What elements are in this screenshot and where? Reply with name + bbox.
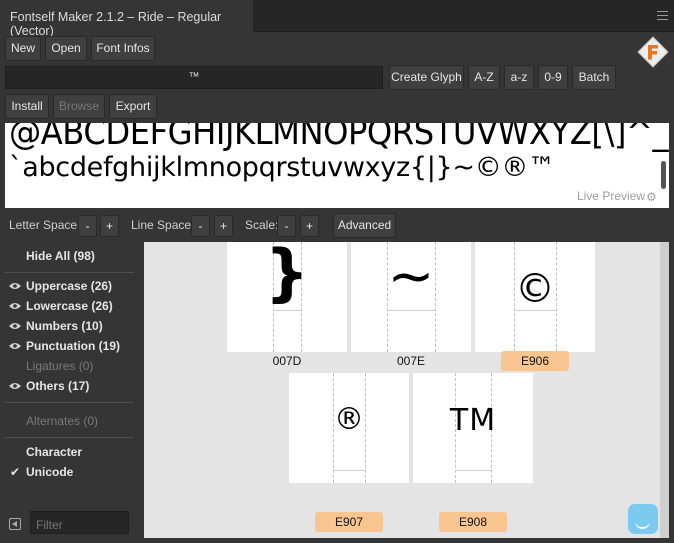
hide-all-toggle[interactable]: Hide All (98) xyxy=(26,249,95,263)
check-icon: ✔ xyxy=(10,465,21,479)
category-uppercase[interactable]: Uppercase (26) xyxy=(26,279,112,293)
scale-plus-button[interactable]: + xyxy=(300,215,319,237)
eye-icon[interactable] xyxy=(9,282,21,290)
panel-tab-bar: Fontself Maker 2.1.2 – Ride – Regular (V… xyxy=(0,0,674,38)
digits-range-button[interactable]: 0-9 xyxy=(538,65,568,90)
glyph-preview: © xyxy=(515,266,555,312)
export-button[interactable]: Export xyxy=(109,94,157,119)
lowercase-range-button[interactable]: a-z xyxy=(504,65,534,90)
glyph-input[interactable]: ™ xyxy=(5,66,383,89)
glyph-cell[interactable]: © xyxy=(475,242,595,352)
alternates-toggle[interactable]: Alternates (0) xyxy=(26,414,98,428)
sidebar-divider xyxy=(5,437,134,438)
glyph-cell[interactable]: } xyxy=(227,242,347,352)
glyph-code-label: 007D xyxy=(272,354,302,368)
letter-space-plus-button[interactable]: + xyxy=(100,215,119,237)
advanced-button[interactable]: Advanced xyxy=(333,213,396,238)
sidebar-divider xyxy=(5,272,134,273)
install-button[interactable]: Install xyxy=(5,94,49,119)
browse-button[interactable]: Browse xyxy=(53,94,105,119)
batch-button[interactable]: Batch xyxy=(572,65,616,90)
sort-option-unicode[interactable]: Unicode xyxy=(26,465,73,479)
font-infos-button[interactable]: Font Infos xyxy=(91,36,155,61)
new-button[interactable]: New xyxy=(5,36,41,61)
eye-icon[interactable] xyxy=(9,302,21,310)
eye-icon[interactable] xyxy=(9,342,21,350)
glyph-cell[interactable]: ® xyxy=(289,373,409,483)
sort-header: Character xyxy=(26,445,83,459)
gear-icon[interactable]: ⚙ xyxy=(646,191,658,203)
letter-space-minus-button[interactable]: - xyxy=(78,215,97,237)
glyph-code-label: E907 xyxy=(315,512,383,532)
chat-icon[interactable] xyxy=(628,504,658,534)
uppercase-range-button[interactable]: A-Z xyxy=(468,65,500,90)
live-preview-label: Live Preview xyxy=(576,189,645,203)
live-preview-area[interactable]: @ABCDEFGHIJKLMNOPQRSTUVWXYZ[\]^_ `abcdef… xyxy=(5,123,669,208)
open-button[interactable]: Open xyxy=(45,36,87,61)
preview-scrollbar[interactable] xyxy=(661,161,666,189)
sidebar-divider xyxy=(5,402,134,403)
glyph-cell[interactable]: TM xyxy=(413,373,533,483)
glyph-code-label: 007E xyxy=(396,354,426,368)
glyph-preview: } xyxy=(264,242,310,309)
line-space-plus-button[interactable]: + xyxy=(214,215,233,237)
eye-icon[interactable] xyxy=(9,322,21,330)
panel-menu-icon[interactable] xyxy=(657,11,668,20)
scale-minus-button[interactable]: - xyxy=(277,215,296,237)
collapse-sidebar-icon[interactable] xyxy=(9,518,21,530)
create-glyph-button[interactable]: Create Glyph xyxy=(389,65,464,90)
glyph-preview: TM xyxy=(449,403,497,438)
category-ligatures[interactable]: Ligatures (0) xyxy=(26,359,93,373)
category-others[interactable]: Others (17) xyxy=(26,379,89,393)
glyph-preview: ® xyxy=(334,402,364,437)
fontself-logo-icon xyxy=(637,36,669,68)
preview-line-2: `abcdefghijklmnopqrstuvwxyz{|}~©®™ xyxy=(9,152,555,183)
eye-icon[interactable] xyxy=(9,382,21,390)
scale-label: Scale: xyxy=(245,218,279,232)
letter-space-label: Letter Space: xyxy=(9,218,81,232)
category-lowercase[interactable]: Lowercase (26) xyxy=(26,299,113,313)
glyph-cell[interactable]: ~ xyxy=(351,242,471,352)
glyph-code-label: E906 xyxy=(501,351,569,371)
panel-tab[interactable]: Fontself Maker 2.1.2 – Ride – Regular (V… xyxy=(0,0,253,38)
line-space-minus-button[interactable]: - xyxy=(191,215,210,237)
preview-line-1: @ABCDEFGHIJKLMNOPQRSTUVWXYZ[\]^_ xyxy=(9,123,669,153)
category-numbers[interactable]: Numbers (10) xyxy=(26,319,103,333)
glyph-preview: ~ xyxy=(387,244,435,309)
filter-input[interactable] xyxy=(30,511,129,534)
glyph-grid[interactable]: } 007D ~ 007E © E906 ® E907 TM E908 xyxy=(144,242,660,538)
line-space-label: Line Space: xyxy=(131,218,195,232)
glyph-grid-scrollbar[interactable] xyxy=(660,242,669,538)
glyph-code-label: E908 xyxy=(439,512,507,532)
category-punctuation[interactable]: Punctuation (19) xyxy=(26,339,120,353)
